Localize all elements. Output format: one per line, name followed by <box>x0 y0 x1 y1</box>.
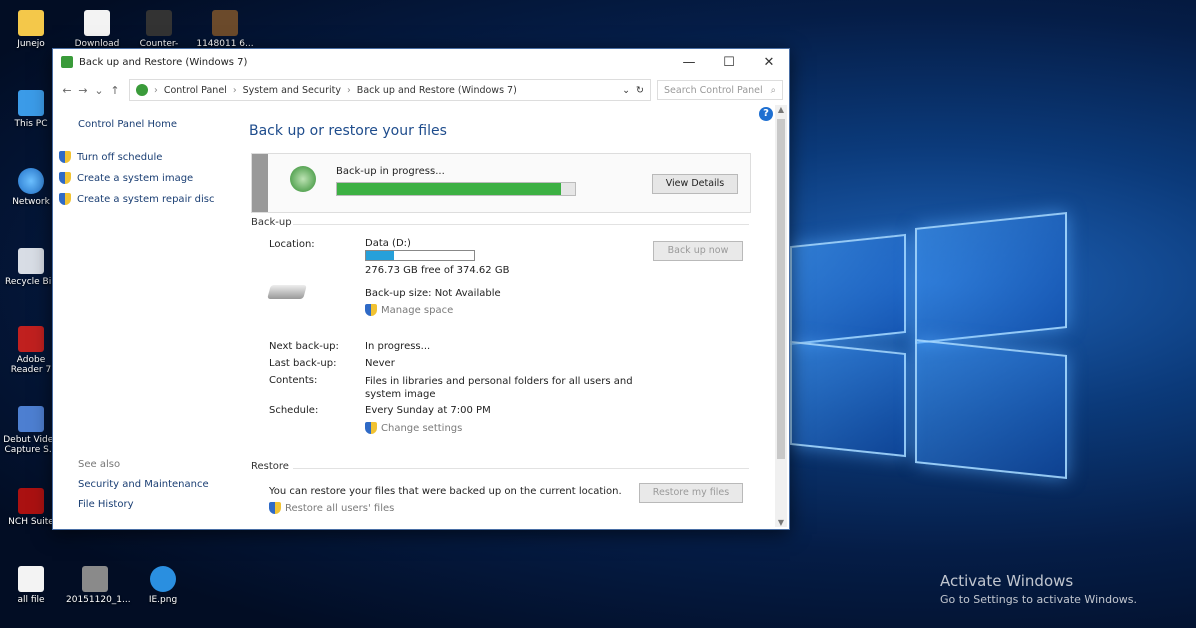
desktop-icon-image[interactable]: 1148011 6... <box>196 10 254 49</box>
schedule-label: Schedule: <box>269 405 319 416</box>
scrollbar-thumb[interactable] <box>777 119 785 459</box>
left-nav: Control Panel Home Turn off schedule Cre… <box>53 105 233 529</box>
file-icon <box>18 566 44 592</box>
next-backup-value: In progress... <box>365 341 431 352</box>
maximize-button[interactable]: ☐ <box>709 55 749 70</box>
shield-icon <box>365 304 377 316</box>
activate-windows-watermark: Activate Windows Go to Settings to activ… <box>940 572 1138 606</box>
app-icon <box>146 10 172 36</box>
view-details-button[interactable]: View Details <box>652 174 738 194</box>
desktop-icon-all-file[interactable]: all file <box>2 566 60 605</box>
restore-section-heading: Restore <box>251 461 289 472</box>
computer-icon <box>18 90 44 116</box>
breadcrumb-control-panel[interactable]: Control Panel <box>164 85 227 96</box>
backup-restore-window: Back up and Restore (Windows 7) — ☐ ✕ ← … <box>52 48 790 530</box>
contents-value: Files in libraries and personal folders … <box>365 376 633 400</box>
manage-space-link[interactable]: Manage space <box>365 304 453 316</box>
breadcrumb-system-security[interactable]: System and Security <box>243 85 341 96</box>
scroll-up-icon[interactable]: ▲ <box>775 105 787 114</box>
drive-icon <box>267 285 307 299</box>
pdf-icon <box>18 326 44 352</box>
document-icon <box>84 10 110 36</box>
change-settings-link[interactable]: Change settings <box>365 422 462 434</box>
refresh-icon[interactable]: ↻ <box>636 85 644 96</box>
desktop-icon-archive[interactable]: 20151120_1... <box>66 566 131 605</box>
breadcrumb-backup-restore[interactable]: Back up and Restore (Windows 7) <box>357 85 517 96</box>
recent-dropdown-icon[interactable]: ⌄ <box>91 84 107 97</box>
window-title: Back up and Restore (Windows 7) <box>79 56 248 68</box>
title-bar[interactable]: Back up and Restore (Windows 7) — ☐ ✕ <box>53 49 789 75</box>
free-space-text: 276.73 GB free of 374.62 GB <box>365 265 510 276</box>
control-panel-icon <box>136 84 148 96</box>
archive-icon <box>82 566 108 592</box>
vertical-scrollbar[interactable]: ▲ ▼ <box>775 105 787 527</box>
desktop-icon-junejo[interactable]: Junejo <box>2 10 60 49</box>
progress-fill <box>337 183 561 195</box>
back-arrow-icon[interactable]: ← <box>59 84 75 97</box>
nav-turn-off-schedule[interactable]: Turn off schedule <box>59 151 162 163</box>
last-backup-label: Last back-up: <box>269 358 337 369</box>
chevron-down-icon[interactable]: ⌄ <box>622 85 630 96</box>
shield-icon <box>59 172 71 184</box>
drive-usage-bar <box>365 250 475 261</box>
scroll-down-icon[interactable]: ▼ <box>775 518 787 527</box>
main-pane: Back up or restore your files Back-up in… <box>249 105 769 529</box>
backup-size-text: Back-up size: Not Available <box>365 288 501 299</box>
folder-icon <box>18 10 44 36</box>
restore-description: You can restore your files that were bac… <box>269 486 622 497</box>
schedule-value: Every Sunday at 7:00 PM <box>365 405 491 416</box>
control-panel-home-link[interactable]: Control Panel Home <box>78 119 177 130</box>
page-title: Back up or restore your files <box>249 123 447 139</box>
location-value: Data (D:) <box>365 238 411 249</box>
search-input[interactable]: Search Control Panel ⌕ <box>657 80 783 100</box>
restore-all-users-link[interactable]: Restore all users' files <box>269 502 394 514</box>
shield-icon <box>59 151 71 163</box>
nch-icon <box>18 488 44 514</box>
security-maintenance-link[interactable]: Security and Maintenance <box>78 479 209 490</box>
nav-create-repair-disc[interactable]: Create a system repair disc <box>59 193 214 205</box>
backup-progress-bar <box>336 182 576 196</box>
file-history-link[interactable]: File History <box>78 499 134 510</box>
ie-icon <box>150 566 176 592</box>
address-bar-row: ← → ⌄ ↑ › Control Panel › System and Sec… <box>53 75 789 105</box>
last-backup-value: Never <box>365 358 395 369</box>
help-icon[interactable]: ? <box>759 107 773 121</box>
content-area: Control Panel Home Turn off schedule Cre… <box>53 105 789 529</box>
backup-app-icon <box>61 56 73 68</box>
search-icon: ⌕ <box>770 84 776 96</box>
shield-icon <box>269 502 281 514</box>
backup-progress-icon <box>290 166 316 192</box>
see-also-heading: See also <box>78 459 121 470</box>
contents-label: Contents: <box>269 375 318 386</box>
backup-progress-panel: Back-up in progress... View Details <box>251 153 751 213</box>
forward-arrow-icon[interactable]: → <box>75 84 91 97</box>
minimize-button[interactable]: — <box>669 55 709 70</box>
backup-now-button[interactable]: Back up now <box>653 241 743 261</box>
desktop-icon-download[interactable]: Download <box>68 10 126 49</box>
next-backup-label: Next back-up: <box>269 341 339 352</box>
backup-section-heading: Back-up <box>251 217 292 228</box>
up-arrow-icon[interactable]: ↑ <box>107 84 123 97</box>
shield-icon <box>365 422 377 434</box>
progress-status-text: Back-up in progress... <box>336 166 445 177</box>
image-icon <box>212 10 238 36</box>
location-label: Location: <box>269 239 315 250</box>
restore-my-files-button[interactable]: Restore my files <box>639 483 743 503</box>
nav-create-system-image[interactable]: Create a system image <box>59 172 193 184</box>
breadcrumb[interactable]: › Control Panel › System and Security › … <box>129 79 651 101</box>
desktop-icon-ie[interactable]: IE.png <box>134 566 192 605</box>
network-icon <box>18 168 44 194</box>
drive-usage-fill <box>366 251 395 260</box>
windows-logo <box>790 195 1070 480</box>
close-button[interactable]: ✕ <box>749 55 789 70</box>
shield-icon <box>59 193 71 205</box>
recycle-bin-icon <box>18 248 44 274</box>
video-capture-icon <box>18 406 44 432</box>
